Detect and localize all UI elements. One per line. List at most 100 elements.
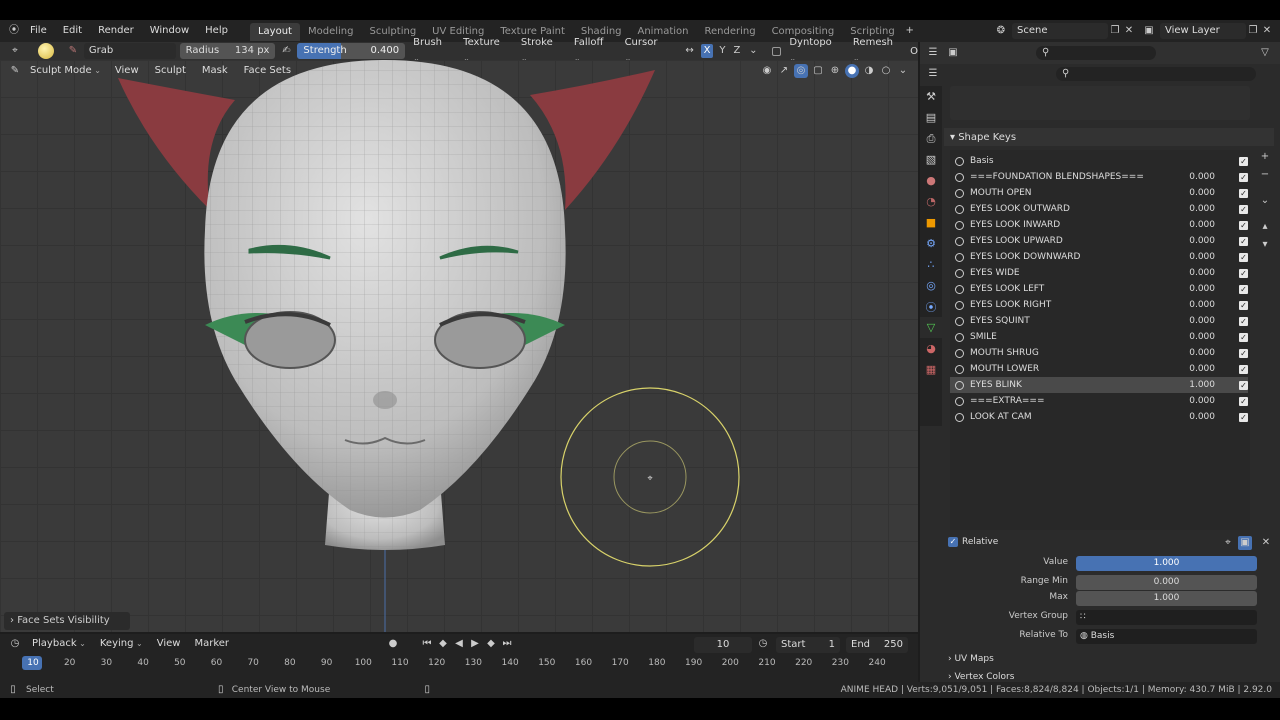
axis-x-toggle[interactable]: X — [700, 44, 714, 58]
menu-file[interactable]: File — [22, 20, 55, 42]
shape-key-row[interactable]: Basis ✓ — [950, 153, 1248, 169]
shape-key-mute-checkbox[interactable]: ✓ — [1239, 380, 1248, 390]
shape-key-mute-checkbox[interactable]: ✓ — [1239, 188, 1248, 198]
relative-option[interactable]: ✓ Relative — [948, 537, 998, 547]
delete-scene-icon[interactable]: ✕ — [1122, 24, 1136, 38]
pin-icon[interactable]: ⌖ — [1221, 536, 1235, 550]
shape-key-value[interactable]: 0.000 — [1175, 348, 1215, 358]
vertex-group-field[interactable]: ∷ — [1076, 610, 1257, 625]
brush-name-field[interactable]: Grab — [83, 43, 176, 59]
move-down-icon[interactable]: ▾ — [1258, 238, 1272, 252]
shape-key-mute-checkbox[interactable]: ✓ — [1239, 204, 1248, 214]
scene-icon[interactable]: ❂ — [994, 24, 1008, 38]
uv-maps-panel[interactable]: › UV Maps — [948, 654, 994, 664]
menu-render[interactable]: Render — [90, 20, 142, 42]
dyntopo-checkbox[interactable] — [772, 46, 782, 56]
shape-key-value[interactable]: 0.000 — [1175, 300, 1215, 310]
axis-y-toggle[interactable]: Y — [717, 44, 727, 58]
add-shape-key-icon[interactable]: + — [1258, 150, 1272, 164]
shape-key-row[interactable]: EYES WIDE 0.000 ✓ — [950, 265, 1248, 281]
move-up-icon[interactable]: ▴ — [1258, 220, 1272, 234]
shape-key-value[interactable]: 0.000 — [1175, 252, 1215, 262]
scene-tab-icon[interactable]: ● — [920, 170, 942, 191]
radius-field[interactable]: Radius 134 px — [179, 43, 276, 59]
shape-key-mute-checkbox[interactable]: ✓ — [1239, 252, 1248, 262]
shape-key-value[interactable]: 1.000 — [1175, 380, 1215, 390]
relative-checkbox[interactable]: ✓ — [948, 537, 958, 547]
shape-key-row[interactable]: EYES LOOK DOWNWARD 0.000 ✓ — [950, 249, 1248, 265]
physics-tab-icon[interactable]: ◎ — [920, 275, 942, 296]
view-layer-field[interactable]: View Layer — [1160, 23, 1246, 39]
shape-key-row[interactable]: EYES SQUINT 0.000 ✓ — [950, 313, 1248, 329]
shape-key-value[interactable]: 0.000 — [1175, 284, 1215, 294]
shape-key-row[interactable]: EYES LOOK UPWARD 0.000 ✓ — [950, 233, 1248, 249]
shape-key-value[interactable]: 0.000 — [1175, 332, 1215, 342]
menu-help[interactable]: Help — [197, 20, 236, 42]
shape-key-value[interactable]: 0.000 — [1175, 204, 1215, 214]
shape-key-mute-checkbox[interactable]: ✓ — [1239, 268, 1248, 278]
shape-key-value[interactable]: 0.000 — [1175, 188, 1215, 198]
vertex-colors-panel[interactable]: › Vertex Colors — [948, 672, 1014, 682]
shape-key-value[interactable]: 0.000 — [1175, 236, 1215, 246]
max-field[interactable]: 1.000 — [1076, 591, 1257, 606]
new-view-layer-icon[interactable]: ❐ — [1246, 24, 1260, 38]
timeline-ruler[interactable]: 10 20 30 40 50 60 70 80 90 100 110 120 130 140 150 160 1… — [0, 634, 918, 682]
shape-key-value[interactable]: 0.000 — [1175, 316, 1215, 326]
properties-search[interactable]: ⚲ — [1056, 67, 1256, 81]
3d-viewport[interactable]: ⌖ › Face Sets Visibility ◉ ↗ ◎ ▢ ⊕ ● ◑ ○… — [0, 60, 918, 632]
shape-key-row[interactable]: EYES LOOK INWARD 0.000 ✓ — [950, 217, 1248, 233]
material-tab-icon[interactable]: ◕ — [920, 338, 942, 359]
shape-key-value[interactable]: 0.000 — [1175, 268, 1215, 278]
symmetry-dropdown-icon[interactable]: ⌄ — [746, 44, 760, 58]
remove-shape-key-icon[interactable]: − — [1258, 168, 1272, 182]
tool-tab-icon[interactable]: ⚒ — [920, 86, 942, 107]
menu-mask[interactable]: Mask — [196, 62, 234, 80]
world-tab-icon[interactable]: ◔ — [920, 191, 942, 212]
filter-icon[interactable]: ▽ — [1258, 46, 1272, 60]
outliner-search[interactable]: ⚲ — [1036, 46, 1156, 60]
data-tab-icon[interactable]: ▽ — [920, 317, 942, 338]
menu-view[interactable]: View — [109, 62, 145, 80]
value-field[interactable]: 1.000 — [1076, 556, 1257, 571]
shape-key-value[interactable]: 0.000 — [1175, 364, 1215, 374]
options-menu[interactable]: O — [910, 46, 918, 57]
menu-sculpt[interactable]: Sculpt — [149, 62, 192, 80]
shape-key-row[interactable]: LOOK AT CAM 0.000 ✓ — [950, 409, 1248, 425]
menu-face-sets[interactable]: Face Sets — [238, 62, 297, 80]
strength-slider[interactable]: Strength 0.400 — [297, 43, 406, 59]
tab-modeling[interactable]: Modeling — [300, 23, 362, 41]
menu-edit[interactable]: Edit — [55, 20, 90, 42]
view-layer-tab-icon[interactable]: ▧ — [920, 149, 942, 170]
shape-key-mute-checkbox[interactable]: ✓ — [1239, 156, 1248, 166]
shape-key-row[interactable]: SMILE 0.000 ✓ — [950, 329, 1248, 345]
shape-key-mute-checkbox[interactable]: ✓ — [1239, 348, 1248, 358]
shape-key-row[interactable]: MOUTH SHRUG 0.000 ✓ — [950, 345, 1248, 361]
range-min-field[interactable]: 0.000 — [1076, 575, 1257, 590]
shape-key-row[interactable]: MOUTH OPEN 0.000 ✓ — [950, 185, 1248, 201]
symmetry-icon[interactable]: ↔ — [683, 44, 697, 58]
modifiers-tab-icon[interactable]: ⚙ — [920, 233, 942, 254]
editor-type-icon[interactable]: ⌖ — [8, 44, 22, 58]
shape-key-row[interactable]: EYES LOOK RIGHT 0.000 ✓ — [950, 297, 1248, 313]
tab-layout[interactable]: Layout — [249, 23, 300, 41]
shape-key-row[interactable]: ===FOUNDATION BLENDSHAPES=== 0.000 ✓ — [950, 169, 1248, 185]
shape-key-specials-icon[interactable]: ⌄ — [1258, 194, 1272, 208]
shape-key-mute-checkbox[interactable]: ✓ — [1239, 300, 1248, 310]
shape-key-row[interactable]: EYES LOOK LEFT 0.000 ✓ — [950, 281, 1248, 297]
shape-key-mute-checkbox[interactable]: ✓ — [1239, 396, 1248, 406]
particles-tab-icon[interactable]: ∴ — [920, 254, 942, 275]
new-scene-icon[interactable]: ❐ — [1108, 24, 1122, 38]
outliner-editor-icon[interactable]: ☰ — [926, 46, 940, 60]
edit-mode-icon[interactable]: ▣ — [1238, 536, 1252, 550]
pen-pressure-icon[interactable]: ✍ — [279, 44, 293, 58]
blender-logo-icon[interactable]: ⦿ — [6, 24, 22, 38]
shape-keys-panel-header[interactable]: ▾ Shape Keys — [944, 128, 1274, 146]
constraints-tab-icon[interactable]: ⦿ — [920, 296, 942, 317]
shape-key-mute-checkbox[interactable]: ✓ — [1239, 284, 1248, 294]
shape-key-mute-checkbox[interactable]: ✓ — [1239, 172, 1248, 182]
shape-key-mute-checkbox[interactable]: ✓ — [1239, 332, 1248, 342]
axis-z-toggle[interactable]: Z — [732, 44, 743, 58]
shape-key-mute-checkbox[interactable]: ✓ — [1239, 316, 1248, 326]
display-mode-icon[interactable]: ▣ — [946, 46, 960, 60]
view-layer-icon[interactable]: ▣ — [1142, 24, 1156, 38]
